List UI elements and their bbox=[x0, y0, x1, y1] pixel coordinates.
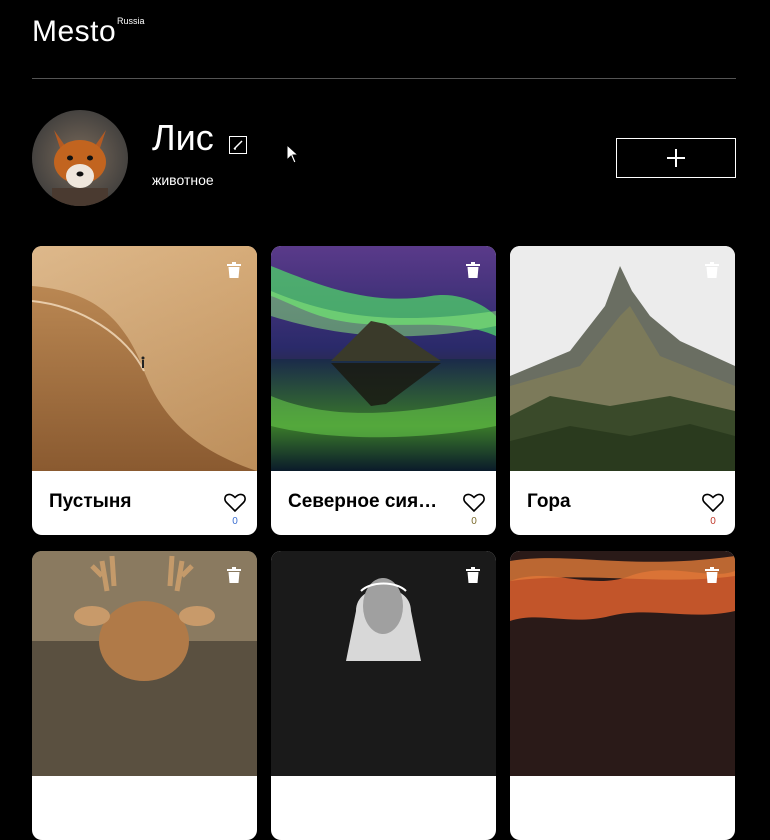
like-count: 0 bbox=[471, 516, 477, 527]
like-count: 0 bbox=[232, 516, 238, 527]
card bbox=[32, 551, 257, 840]
profile: Лис животное bbox=[32, 110, 736, 206]
card-image[interactable] bbox=[510, 551, 735, 776]
card-image[interactable] bbox=[271, 246, 496, 471]
profile-name: Лис bbox=[152, 117, 214, 158]
pencil-icon bbox=[233, 140, 243, 150]
desert-image bbox=[32, 246, 257, 471]
edit-profile-button[interactable] bbox=[229, 136, 247, 154]
mouse-cursor-icon bbox=[286, 144, 300, 164]
sunset-clouds-image bbox=[510, 551, 735, 776]
trash-icon[interactable] bbox=[705, 262, 719, 278]
card bbox=[271, 551, 496, 840]
heart-icon[interactable] bbox=[224, 493, 246, 513]
like-count: 0 bbox=[710, 516, 716, 527]
mountain-image bbox=[510, 246, 735, 471]
card: Пустыня 0 bbox=[32, 246, 257, 535]
card: Северное сияние 0 bbox=[271, 246, 496, 535]
profile-about: животное bbox=[152, 172, 214, 188]
add-card-button[interactable] bbox=[616, 138, 736, 178]
heart-icon[interactable] bbox=[463, 493, 485, 513]
card-image[interactable] bbox=[32, 246, 257, 471]
avatar[interactable] bbox=[32, 110, 128, 206]
trash-icon[interactable] bbox=[466, 567, 480, 583]
card-image[interactable] bbox=[271, 551, 496, 776]
card-title: Северное сияние bbox=[288, 491, 438, 512]
trash-icon[interactable] bbox=[227, 567, 241, 583]
card-image[interactable] bbox=[510, 246, 735, 471]
card-title: Гора bbox=[527, 491, 571, 512]
avatar-image bbox=[32, 110, 128, 206]
trash-icon[interactable] bbox=[466, 262, 480, 278]
logo-subtitle: Russia bbox=[117, 16, 145, 26]
plus-icon bbox=[667, 149, 685, 167]
card: Гора 0 bbox=[510, 246, 735, 535]
heart-icon[interactable] bbox=[702, 493, 724, 513]
trash-icon[interactable] bbox=[705, 567, 719, 583]
aurora-image bbox=[271, 246, 496, 471]
deer-image bbox=[32, 551, 257, 776]
card-title: Пустыня bbox=[49, 491, 132, 512]
header: Mesto Russia bbox=[32, 0, 736, 79]
veiled-figure-image bbox=[271, 551, 496, 776]
logo: Mesto bbox=[32, 15, 117, 48]
trash-icon[interactable] bbox=[227, 262, 241, 278]
card-image[interactable] bbox=[32, 551, 257, 776]
card bbox=[510, 551, 735, 840]
